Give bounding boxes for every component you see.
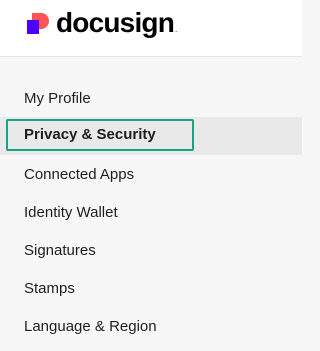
sidebar-item-label: Language & Region bbox=[24, 317, 157, 335]
sidebar-item-signatures[interactable]: Signatures bbox=[0, 231, 302, 269]
sidebar-item-connected-apps[interactable]: Connected Apps bbox=[0, 155, 302, 193]
sidebar-nav: My Profile Privacy & Security Connected … bbox=[0, 79, 302, 345]
sidebar-item-label: Privacy & Security bbox=[24, 125, 156, 143]
docusign-logo-icon bbox=[27, 12, 49, 34]
sidebar-item-label: Stamps bbox=[24, 279, 75, 297]
sidebar-item-label: Signatures bbox=[24, 241, 96, 259]
header-divider bbox=[0, 56, 302, 57]
sidebar-item-identity-wallet[interactable]: Identity Wallet bbox=[0, 193, 302, 231]
sidebar-item-my-profile[interactable]: My Profile bbox=[0, 79, 302, 117]
sidebar-item-privacy-security[interactable]: Privacy & Security bbox=[0, 117, 302, 155]
logo-wordmark: docusign bbox=[56, 7, 175, 38]
sidebar-item-label: My Profile bbox=[24, 89, 91, 107]
docusign-logo[interactable]: docusign . bbox=[27, 6, 177, 40]
brand-header: docusign . bbox=[0, 0, 302, 56]
logo-trademark-dot: . bbox=[175, 25, 178, 34]
sidebar-item-stamps[interactable]: Stamps bbox=[0, 269, 302, 307]
sidebar-item-language-region[interactable]: Language & Region bbox=[0, 307, 302, 345]
sidebar-item-label: Identity Wallet bbox=[24, 203, 118, 221]
sidebar-item-label: Connected Apps bbox=[24, 165, 135, 183]
